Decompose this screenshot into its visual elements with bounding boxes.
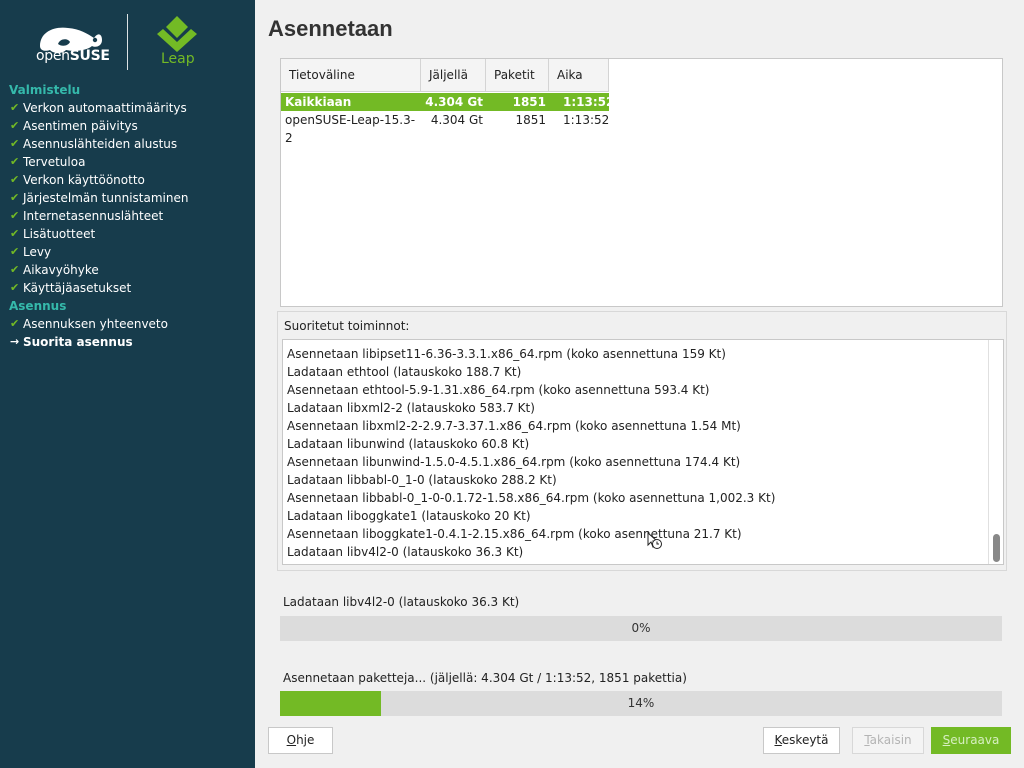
- step-item: ✔ Asentimen päivitys: [10, 119, 138, 133]
- log-line: Asennetaan liboggkate1-0.4.1-2.15.x86_64…: [287, 527, 742, 541]
- step-item: ✔ Verkon käyttöönotto: [10, 173, 145, 187]
- install-status-label: Asennetaan paketteja... (jäljellä: 4.304…: [283, 671, 687, 685]
- check-icon: ✔: [10, 245, 20, 258]
- column-header-media[interactable]: Tietoväline: [281, 59, 421, 92]
- check-icon: ✔: [10, 227, 20, 240]
- logo-area: openSUSE Leap: [0, 0, 255, 80]
- log-line: Ladataan libxml2-2 (latauskoko 583.7 Kt): [287, 401, 535, 415]
- leap-wordmark: Leap: [161, 51, 195, 67]
- step-item: ✔ Internetasennuslähteet: [10, 209, 164, 223]
- media-table[interactable]: Tietoväline Jäljellä Paketit Aika Kaikki…: [280, 58, 1003, 307]
- log-scrollbar[interactable]: [988, 340, 1003, 564]
- leap-logo-icon: [157, 16, 197, 52]
- busy-cursor-icon: [647, 531, 662, 549]
- log-lines: Asennetaan libipset11-6.36-3.3.1.x86_64.…: [287, 345, 775, 561]
- table-header: Tietoväline Jäljellä Paketit Aika: [281, 59, 609, 92]
- log-line: Asennetaan ethtool-5.9-1.31.x86_64.rpm (…: [287, 383, 710, 397]
- installation-steps: Valmistelu ✔ Verkon automaattimääritys ✔ A…: [0, 81, 255, 351]
- page-title: Asennetaan: [268, 16, 393, 41]
- main-panel: Asennetaan Tietoväline Jäljellä Paketit …: [255, 0, 1024, 768]
- download-status-label: Ladataan libv4l2-0 (latauskoko 36.3 Kt): [283, 595, 520, 609]
- step-item: ✔ Aikavyöhyke: [10, 263, 99, 277]
- next-button[interactable]: Seuraava: [931, 727, 1011, 754]
- download-progress-bar: 0%: [280, 616, 1002, 641]
- log-line: Ladataan libv4l2-0 (latauskoko 36.3 Kt): [287, 545, 524, 559]
- check-icon: ✔: [10, 263, 20, 276]
- step-item: ✔ Järjestelmän tunnistaminen: [10, 191, 189, 205]
- arrow-right-icon: →: [10, 335, 20, 348]
- section-title-asennus: Asennus: [9, 299, 67, 313]
- log-line: Ladataan libunwind (latauskoko 60.8 Kt): [287, 437, 530, 451]
- log-line: Asennetaan libbabl-0_1-0-0.1.72-1.58.x86…: [287, 491, 776, 505]
- log-line: Ladataan ethtool (latauskoko 188.7 Kt): [287, 365, 522, 379]
- section-title-valmistelu: Valmistelu: [9, 83, 81, 97]
- check-icon: ✔: [10, 317, 20, 330]
- actions-log-label: Suoritetut toiminnot:: [284, 319, 410, 333]
- check-icon: ✔: [10, 173, 20, 186]
- step-item: ✔ Käyttäjäasetukset: [10, 281, 132, 295]
- check-icon: ✔: [10, 281, 20, 294]
- back-button[interactable]: Takaisin: [852, 727, 924, 754]
- column-header-packages[interactable]: Paketit: [486, 59, 549, 92]
- check-icon: ✔: [10, 137, 20, 150]
- abort-button[interactable]: Keskeytä: [763, 727, 840, 754]
- opensuse-wordmark: openSUSE: [36, 48, 110, 64]
- check-icon: ✔: [10, 101, 20, 114]
- actions-log[interactable]: Asennetaan libipset11-6.36-3.3.1.x86_64.…: [282, 339, 1004, 565]
- check-icon: ✔: [10, 191, 20, 204]
- step-item: ✔ Verkon automaattimääritys: [10, 101, 187, 115]
- check-icon: ✔: [10, 119, 20, 132]
- install-progress-bar: 14%: [280, 691, 1002, 716]
- logo-divider: [127, 14, 128, 70]
- log-line: Asennetaan libxml2-2-2.9.7-3.37.1.x86_64…: [287, 419, 741, 433]
- actions-log-frame: Suoritetut toiminnot: Asennetaan libipse…: [277, 311, 1007, 571]
- table-row[interactable]: Kaikkiaan 4.304 Gt 1851 1:13:52: [281, 93, 614, 111]
- step-item: ✔ Tervetuloa: [10, 155, 86, 169]
- log-line: Asennetaan libunwind-1.5.0-4.5.1.x86_64.…: [287, 455, 741, 469]
- log-line: Asennetaan libipset11-6.36-3.3.1.x86_64.…: [287, 347, 726, 361]
- check-icon: ✔: [10, 209, 20, 222]
- log-line: Ladataan libbabl-0_1-0 (latauskoko 288.2…: [287, 473, 557, 487]
- column-header-time[interactable]: Aika: [549, 59, 609, 92]
- sidebar: openSUSE Leap Valmistelu ✔ Verkon automaa…: [0, 0, 255, 768]
- log-line: Ladataan liboggkate1 (latauskoko 20 Kt): [287, 509, 531, 523]
- download-progress-text: 0%: [631, 621, 651, 635]
- step-item: ✔ Levy: [10, 245, 52, 259]
- table-row[interactable]: openSUSE-Leap-15.3-2 4.304 Gt 1851 1:13:…: [281, 111, 609, 145]
- scrollbar-thumb[interactable]: [993, 534, 1000, 562]
- step-item: ✔ Asennuksen yhteenveto: [10, 317, 168, 331]
- install-progress-text: 14%: [627, 696, 655, 710]
- help-button[interactable]: Ohje: [268, 727, 333, 754]
- step-item: ✔ Lisätuotteet: [10, 227, 96, 241]
- step-item-current: → Suorita asennus: [10, 335, 133, 349]
- column-header-remaining[interactable]: Jäljellä: [421, 59, 486, 92]
- check-icon: ✔: [10, 155, 20, 168]
- step-item: ✔ Asennuslähteiden alustus: [10, 137, 178, 151]
